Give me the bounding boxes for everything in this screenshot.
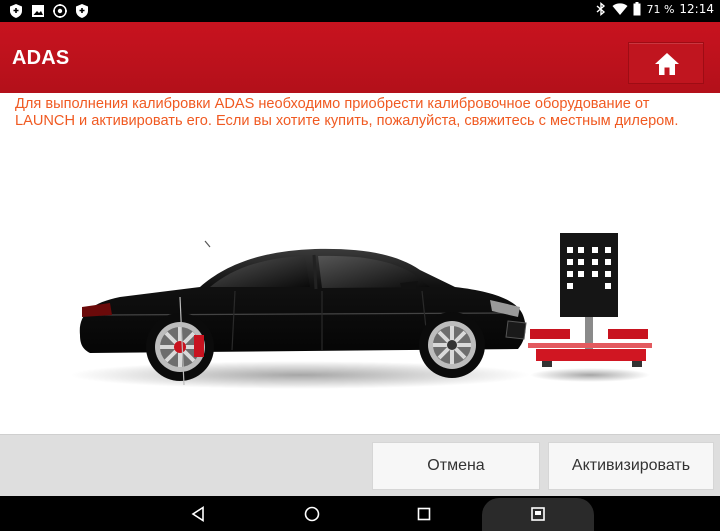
action-button-bar: Отмена Активизировать [0,434,720,496]
adas-info-message: Для выполнения калибровки ADAS необходим… [15,96,679,129]
recents-icon [417,507,431,520]
front-wheel [419,312,485,378]
page-title: ADAS [12,47,70,69]
navigation-bar [0,496,720,531]
battery-icon [633,2,641,16]
screenshot-button[interactable] [518,496,558,531]
home-button[interactable] [628,42,704,84]
battery-percent: 71 % [646,2,675,16]
status-time: 12:14 [679,2,714,16]
status-bar-right: 71 % 12:14 [595,2,714,16]
cancel-button[interactable]: Отмена [372,442,540,490]
home-icon [655,53,679,75]
settings-icon [53,4,67,18]
app-header: ADAS [0,22,720,93]
status-bar-left [8,3,90,19]
shield-icon [10,4,22,18]
home-circle-icon [304,506,320,521]
back-button[interactable] [178,496,218,531]
home-nav-button[interactable] [292,496,332,531]
activate-button[interactable]: Активизировать [548,442,714,490]
calibration-frame-image [528,233,652,382]
image-icon [32,5,44,17]
shield-icon [76,4,88,18]
wifi-icon [612,3,628,15]
adas-calibration-illustration [70,233,652,389]
screenshot-icon [531,506,545,521]
bluetooth-icon [596,2,606,16]
back-icon [191,505,204,522]
status-bar: 71 % 12:14 [0,0,720,22]
recents-button[interactable] [404,496,444,531]
